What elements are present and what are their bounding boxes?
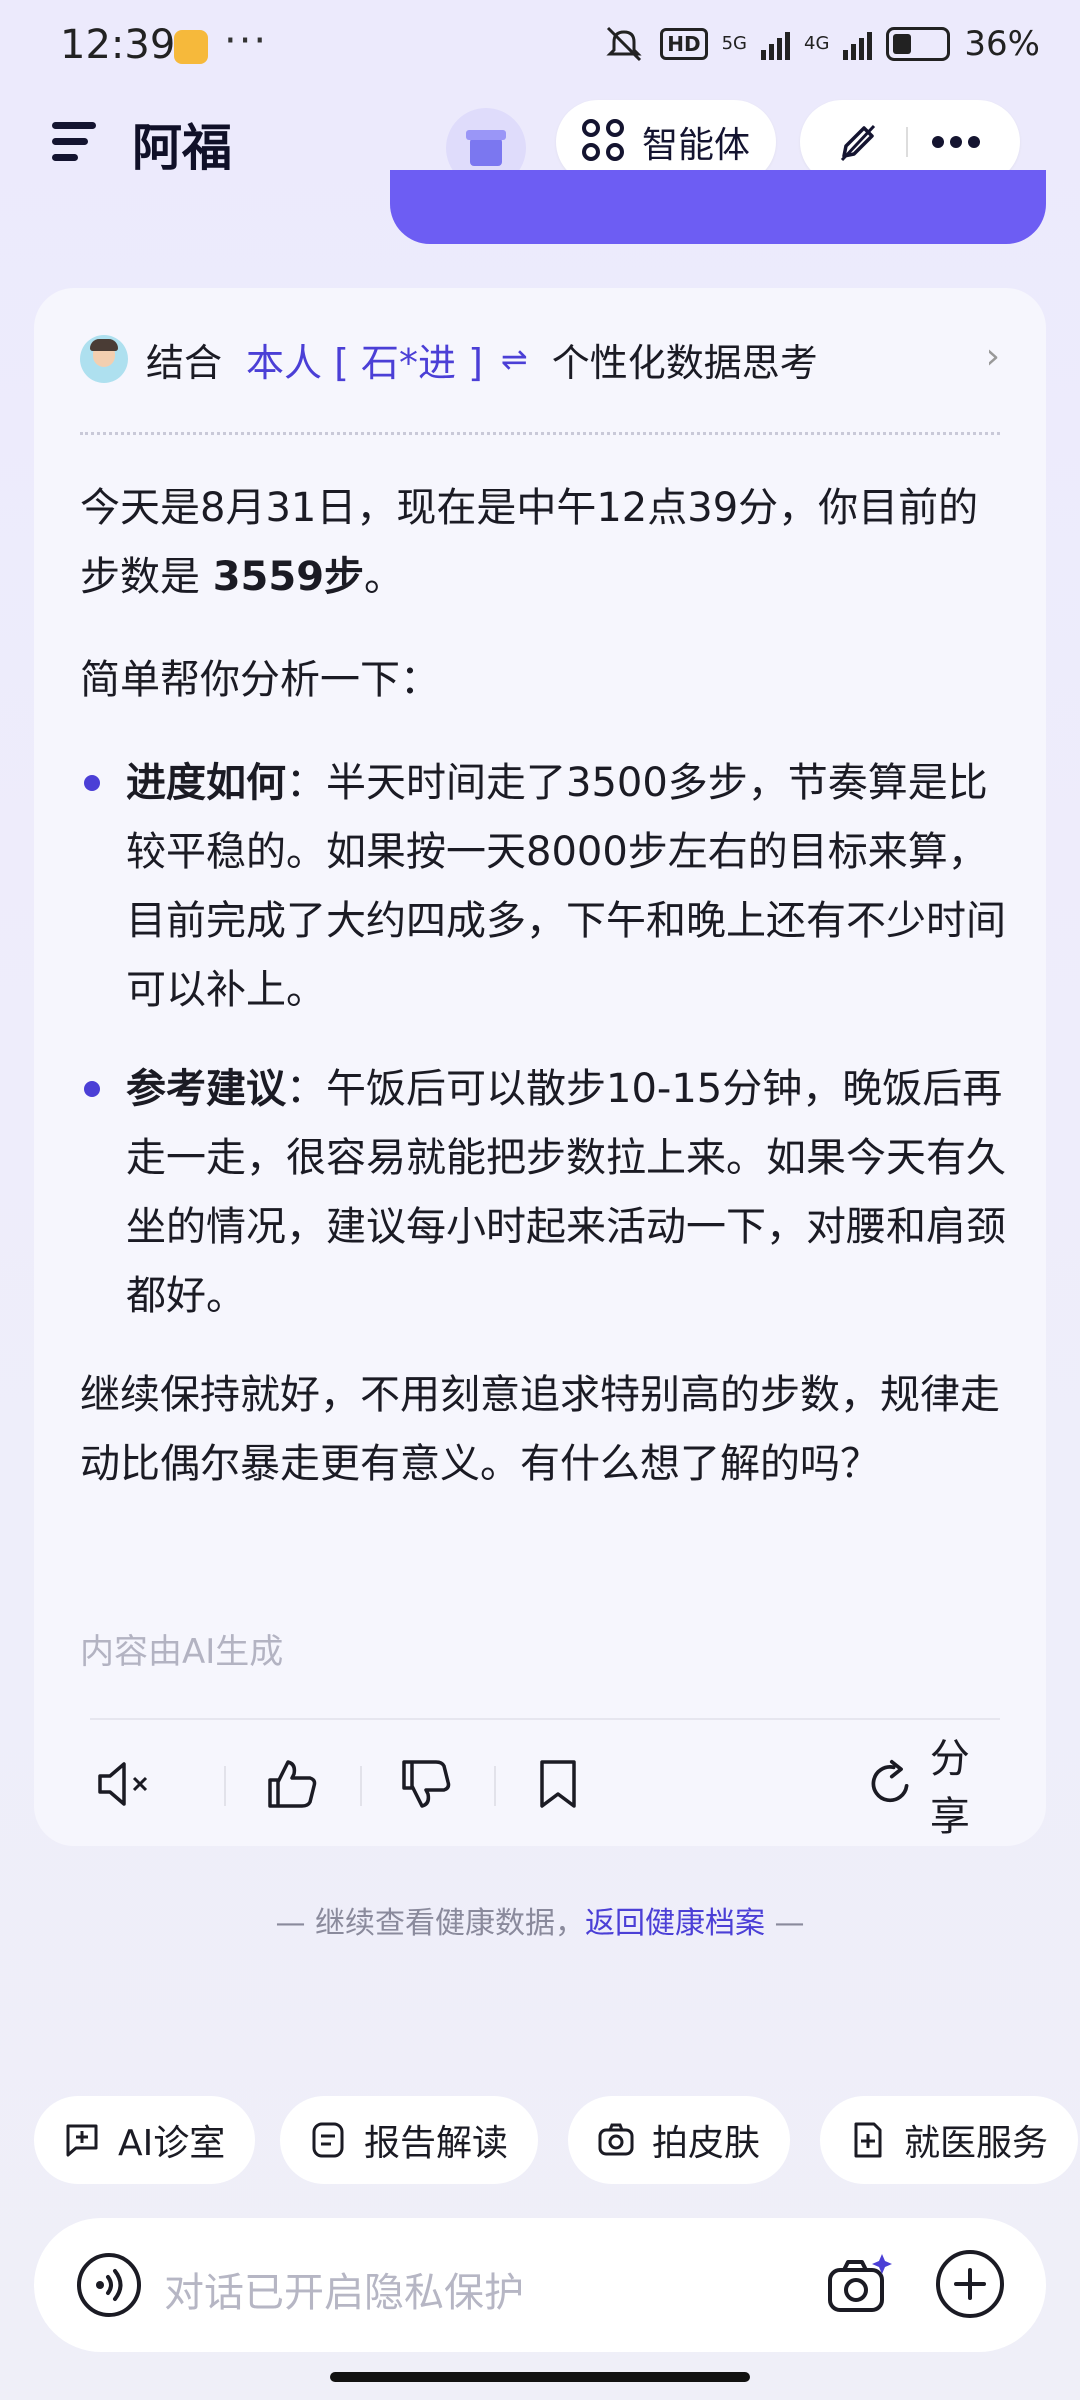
action-divider xyxy=(90,1718,1000,1720)
add-icon[interactable] xyxy=(934,2248,1006,2320)
like-button[interactable] xyxy=(264,1744,320,1824)
message-para-2: 简单帮你分析一下： xyxy=(80,657,440,703)
swap-icon: ⇌ xyxy=(500,340,528,378)
bullet-dot xyxy=(84,1081,100,1097)
message-body: 今天是8月31日，现在是中午12点39分，你目前的步数是 3559步。 简单帮你… xyxy=(80,474,1010,1499)
dotted-divider xyxy=(80,432,1000,435)
hint-prefix: — 继续查看健康数据， xyxy=(275,1906,585,1941)
status-icons: HD 5G 4G 36% xyxy=(602,24,1040,64)
ai-generated-note: 内容由AI生成 xyxy=(80,1632,284,1672)
agent-label: 智能体 xyxy=(642,125,751,166)
action-divider-v xyxy=(360,1766,362,1806)
voice-input-icon[interactable] xyxy=(76,2252,142,2318)
bullet-item: 进度如何：半天时间走了3500多步，节奏算是比较平稳的。如果按一天8000步左右… xyxy=(80,749,1010,1025)
report-icon xyxy=(308,2120,348,2160)
chat-plus-icon xyxy=(62,2120,102,2160)
avatar xyxy=(80,335,128,383)
context-prefix: 结合 xyxy=(146,340,223,385)
bullet-item: 参考建议：午饭后可以散步10-15分钟，晚饭后再走一走，很容易就能把步数拉上来。… xyxy=(80,1055,1010,1331)
chip-medical-service[interactable]: 就医服务 xyxy=(820,2096,1079,2184)
more-icon[interactable] xyxy=(930,132,982,152)
agent-icon xyxy=(582,119,628,165)
action-divider-v xyxy=(494,1766,496,1806)
chip-label: 拍皮肤 xyxy=(652,2123,761,2164)
message-para-final: 继续保持就好，不用刻意追求特别高的步数，规律走动比偶尔暴走更有意义。有什么想了解… xyxy=(80,1372,1000,1487)
network-4g-label: 4G xyxy=(804,33,830,54)
context-person: 本人 [ 石*进 ] xyxy=(246,340,483,385)
para1-end: 。 xyxy=(364,554,405,600)
battery-percent: 36% xyxy=(964,24,1040,64)
more-notifications-icon: ··· xyxy=(224,18,269,64)
step-count: 3559步 xyxy=(212,554,365,600)
home-indicator[interactable] xyxy=(330,2372,750,2382)
hd-icon: HD xyxy=(660,28,708,60)
bookmark-button[interactable] xyxy=(534,1744,582,1824)
back-to-health-record-link[interactable]: 返回健康档案 xyxy=(585,1906,765,1941)
context-suffix: 个性化数据思考 xyxy=(551,340,818,385)
user-message-bubble xyxy=(390,170,1046,244)
menu-icon[interactable] xyxy=(52,122,102,172)
medical-doc-icon xyxy=(848,2120,888,2160)
camera-ai-icon[interactable] xyxy=(824,2250,894,2320)
share-icon xyxy=(871,1759,909,1803)
bookmark-icon xyxy=(540,1760,576,1808)
signal-4g-icon xyxy=(843,28,873,60)
speaker-mute-icon xyxy=(98,1762,148,1806)
new-chat-icon[interactable] xyxy=(836,120,880,164)
chat-input[interactable]: 对话已开启隐私保护 xyxy=(164,2260,524,2318)
health-record-hint: — 继续查看健康数据，返回健康档案 — xyxy=(0,1898,1080,1942)
mute-icon xyxy=(606,26,642,62)
chip-skin-photo[interactable]: 拍皮肤 xyxy=(568,2096,791,2184)
network-5g-label: 5G xyxy=(721,33,748,54)
bullet-title: 参考建议 xyxy=(126,1066,286,1112)
camera-icon xyxy=(596,2120,636,2160)
message-para-1: 今天是8月31日，现在是中午12点39分，你目前的步数是 3559步。 xyxy=(80,474,1010,612)
chip-label: AI诊室 xyxy=(118,2123,226,2164)
dislike-button[interactable] xyxy=(398,1744,454,1824)
notification-app-icon xyxy=(174,30,208,64)
chip-ai-clinic[interactable]: AI诊室 xyxy=(34,2096,256,2184)
bullet-dot xyxy=(84,775,100,791)
thumbs-down-icon xyxy=(402,1760,451,1808)
signal-5g-icon xyxy=(761,28,791,60)
action-bar: 分享 xyxy=(94,1736,1004,1840)
chip-label: 就医服务 xyxy=(904,2123,1049,2164)
app-title: 阿福 xyxy=(132,119,232,177)
chevron-right-icon: › xyxy=(985,336,1000,377)
status-time: 12:39 xyxy=(60,22,176,68)
chat-input-bar: 对话已开启隐私保护 xyxy=(34,2218,1046,2352)
status-bar: 12:39 ··· HD 5G 4G 36% xyxy=(0,0,1080,100)
mute-speaker-button[interactable] xyxy=(94,1744,158,1824)
quick-actions: AI诊室 报告解读 拍皮肤 就医服务 xyxy=(34,2096,1080,2184)
toolbar-divider xyxy=(906,127,908,157)
share-label: 分享 xyxy=(929,1736,970,1840)
share-button[interactable]: 分享 xyxy=(864,1736,1004,1840)
context-row[interactable]: 结合 本人 [ 石*进 ] ⇌ 个性化数据思考 › xyxy=(80,332,1000,386)
thumbs-up-icon xyxy=(268,1760,317,1808)
chip-label: 报告解读 xyxy=(364,2123,509,2164)
chip-report-reading[interactable]: 报告解读 xyxy=(280,2096,539,2184)
battery-icon xyxy=(886,27,951,61)
hint-suffix: — xyxy=(765,1906,805,1941)
action-divider-v xyxy=(224,1766,226,1806)
answer-card: 结合 本人 [ 石*进 ] ⇌ 个性化数据思考 › 今天是8月31日，现在是中午… xyxy=(34,288,1046,1846)
bullet-title: 进度如何 xyxy=(126,760,286,806)
